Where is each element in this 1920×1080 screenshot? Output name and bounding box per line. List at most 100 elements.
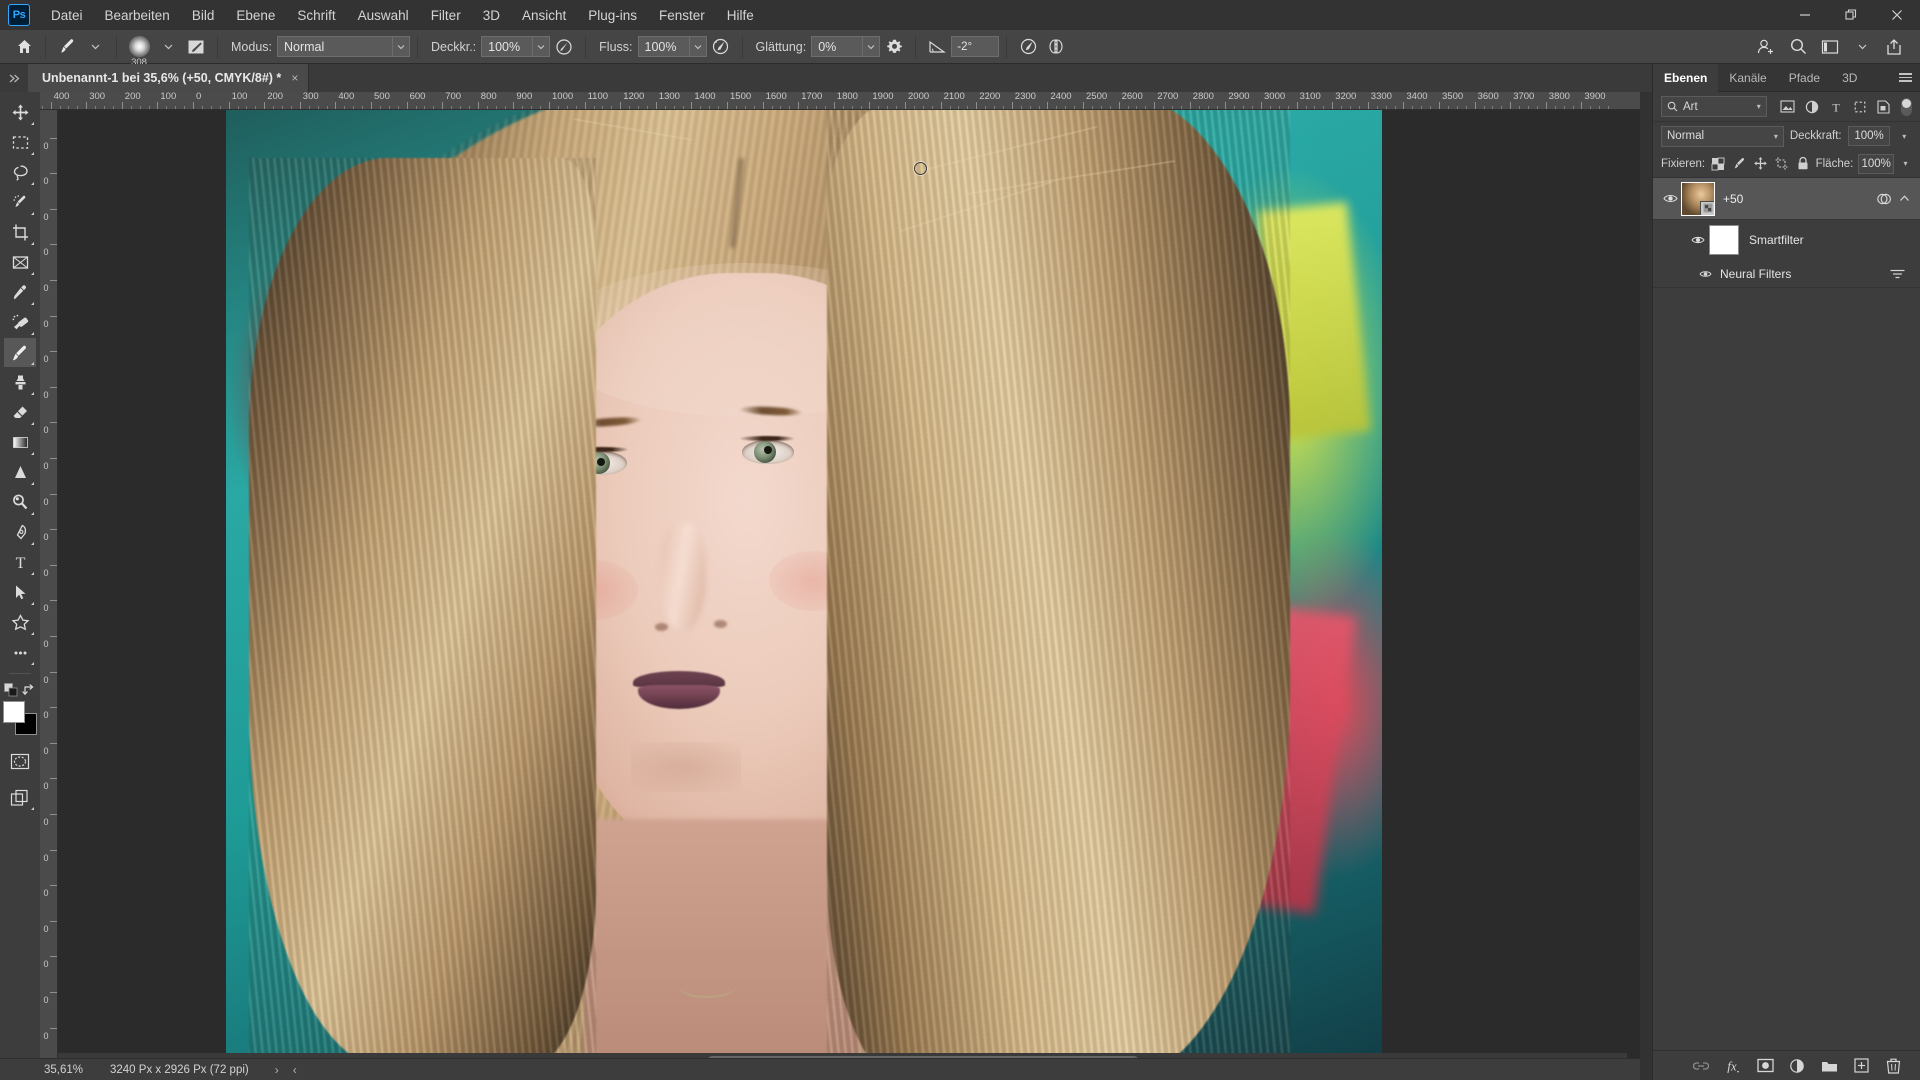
shape-tool[interactable] [4, 608, 36, 637]
brush-tool[interactable] [4, 338, 36, 367]
document-tab[interactable]: Unbenannt-1 bei 35,6% (+50, CMYK/8#) * × [28, 64, 310, 92]
smart-filter-row[interactable]: Smartfilter [1653, 220, 1920, 260]
panel-menu-icon[interactable] [1899, 73, 1912, 82]
brush-picker-caret-icon[interactable] [154, 34, 182, 60]
minimize-button[interactable] [1782, 0, 1828, 30]
tab-pfade[interactable]: Pfade [1778, 64, 1831, 92]
smart-filter-mask-thumbnail[interactable] [1709, 225, 1739, 255]
eraser-tool[interactable] [4, 398, 36, 427]
smart-filter-visibility-toggle[interactable] [1687, 235, 1709, 245]
menu-plugins[interactable]: Plug-ins [577, 4, 648, 27]
frame-tool[interactable] [4, 248, 36, 277]
lock-artboard-nesting-icon[interactable] [1773, 154, 1789, 174]
screen-mode-icon[interactable] [4, 783, 36, 812]
menu-bild[interactable]: Bild [181, 4, 226, 27]
tab-3d[interactable]: 3D [1831, 64, 1868, 92]
lock-position-icon[interactable] [1752, 154, 1768, 174]
brush-preset-caret-icon[interactable] [81, 34, 109, 60]
pressure-opacity-icon[interactable] [550, 34, 578, 60]
smoothing-field[interactable]: 0% [811, 36, 881, 57]
smart-filter-icon[interactable] [1876, 191, 1892, 207]
menu-bearbeiten[interactable]: Bearbeiten [94, 4, 181, 27]
lock-image-pixels-icon[interactable] [1731, 154, 1747, 174]
rectangular-marquee-tool[interactable] [4, 128, 36, 157]
new-group-button[interactable] [1817, 1054, 1841, 1078]
symmetry-butterfly-icon[interactable] [1042, 34, 1070, 60]
tab-kanaele[interactable]: Kanäle [1718, 64, 1777, 92]
layer-filter-select[interactable]: Art ▾ [1661, 96, 1767, 117]
path-selection-tool[interactable] [4, 578, 36, 607]
home-icon[interactable] [10, 34, 38, 60]
gear-icon[interactable] [880, 34, 908, 60]
opacity-field[interactable]: 100% [481, 36, 551, 57]
restore-button[interactable] [1828, 0, 1874, 30]
default-colors-icon[interactable] [4, 683, 18, 697]
layer-opacity-value[interactable]: 100% [1847, 126, 1891, 146]
smart-object-filter-icon[interactable] [1873, 96, 1895, 117]
quick-mask-icon[interactable] [4, 747, 36, 776]
layer-style-button[interactable]: fx [1721, 1054, 1745, 1078]
menu-schrift[interactable]: Schrift [286, 4, 346, 27]
new-adjustment-layer-button[interactable] [1785, 1054, 1809, 1078]
canvas-area[interactable] [58, 110, 1640, 1068]
status-prev-arrow[interactable]: ‹ [293, 1063, 297, 1077]
link-layers-button[interactable] [1689, 1054, 1713, 1078]
workspace-icon[interactable] [1816, 34, 1844, 60]
eyedropper-tool[interactable] [4, 278, 36, 307]
close-icon[interactable]: × [291, 71, 298, 85]
zoom-level[interactable]: 35,61% [0, 1064, 84, 1076]
status-next-arrow[interactable]: › [275, 1063, 279, 1077]
menu-auswahl[interactable]: Auswahl [347, 4, 420, 27]
brush-tool-icon[interactable] [53, 34, 81, 60]
menu-hilfe[interactable]: Hilfe [716, 4, 765, 27]
collapse-chevron-icon[interactable] [1899, 194, 1910, 203]
type-tool[interactable]: T [4, 548, 36, 577]
clone-stamp-tool[interactable] [4, 368, 36, 397]
filter-options-icon[interactable] [1889, 267, 1906, 281]
foreground-color-swatch[interactable] [3, 701, 25, 723]
menu-filter[interactable]: Filter [420, 4, 472, 27]
adjustment-filter-icon[interactable] [1801, 96, 1823, 117]
filter-enable-toggle[interactable] [1900, 96, 1912, 117]
chevron-down-icon[interactable] [1848, 34, 1876, 60]
menu-fenster[interactable]: Fenster [648, 4, 716, 27]
layer-fill-value[interactable]: 100% [1858, 153, 1895, 174]
layer-row[interactable]: +50 [1653, 178, 1920, 220]
menu-ebene[interactable]: Ebene [225, 4, 286, 27]
add-mask-button[interactable] [1753, 1054, 1777, 1078]
delete-layer-button[interactable] [1881, 1054, 1905, 1078]
blur-tool[interactable] [4, 458, 36, 487]
layer-thumbnail[interactable] [1681, 181, 1715, 216]
lasso-tool[interactable] [4, 158, 36, 187]
share-export-icon[interactable] [1880, 34, 1908, 60]
crop-tool[interactable] [4, 218, 36, 247]
type-filter-icon[interactable]: T [1825, 96, 1847, 117]
layer-blend-mode-select[interactable]: Normal ▾ [1661, 125, 1784, 147]
layer-visibility-toggle[interactable] [1659, 193, 1681, 204]
close-button[interactable] [1874, 0, 1920, 30]
lock-all-icon[interactable] [1794, 154, 1810, 174]
airbrush-icon[interactable] [707, 34, 735, 60]
menu-datei[interactable]: Datei [40, 4, 94, 27]
double-chevron-right-icon[interactable] [0, 64, 28, 92]
blend-mode-dropdown[interactable]: Normal [277, 36, 410, 57]
tab-ebenen[interactable]: Ebenen [1653, 63, 1719, 92]
move-tool[interactable] [4, 98, 36, 127]
quick-selection-tool[interactable] [4, 188, 36, 217]
new-layer-button[interactable] [1849, 1054, 1873, 1078]
brush-preview[interactable]: 308 [124, 34, 154, 68]
layer-name[interactable]: +50 [1723, 192, 1876, 206]
chevron-down-icon[interactable]: ▾ [1899, 154, 1912, 174]
gradient-tool[interactable] [4, 428, 36, 457]
pixel-filter-icon[interactable] [1777, 96, 1799, 117]
pressure-size-icon[interactable] [1014, 34, 1042, 60]
shape-filter-icon[interactable] [1849, 96, 1871, 117]
menu-3d[interactable]: 3D [472, 4, 511, 27]
brush-settings-icon[interactable] [182, 34, 210, 60]
share-user-icon[interactable] [1752, 34, 1780, 60]
brush-angle-value[interactable]: -2° [951, 36, 1000, 57]
dodge-tool[interactable] [4, 488, 36, 517]
neural-filter-visibility-toggle[interactable] [1699, 269, 1712, 279]
healing-brush-tool[interactable] [4, 308, 36, 337]
brush-angle-icon[interactable] [923, 34, 951, 60]
